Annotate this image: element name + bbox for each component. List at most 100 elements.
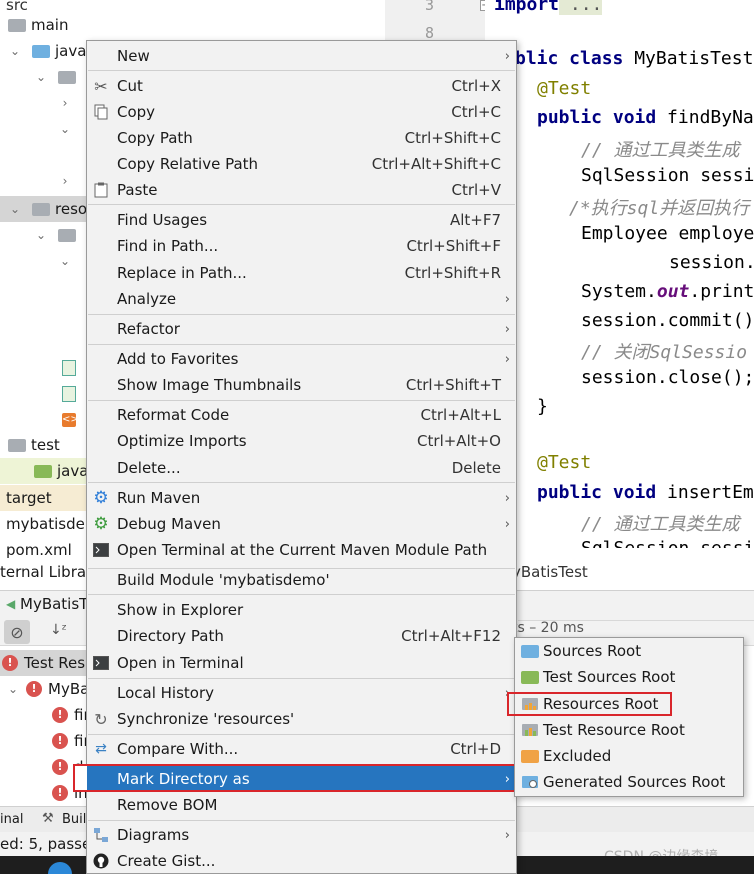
- github-icon: [92, 852, 110, 870]
- menu-item-copy-relative-path[interactable]: Copy Relative Path Ctrl+Alt+Shift+C: [87, 151, 516, 177]
- build-tab[interactable]: Buil: [62, 812, 86, 827]
- menu-item-find-in-path[interactable]: Find in Path... Ctrl+Shift+F: [87, 233, 516, 259]
- properties-file-icon: [62, 386, 76, 402]
- menu-item-copy[interactable]: Copy Ctrl+C: [87, 99, 516, 125]
- tree-item-java[interactable]: ⌄ java: [0, 38, 86, 64]
- highlight-box-edge: [73, 764, 87, 792]
- paste-icon: [92, 181, 110, 199]
- menu-separator: [88, 734, 515, 735]
- chevron-down-icon[interactable]: ⌄: [58, 254, 72, 268]
- code-line: public void findByNa: [537, 107, 754, 128]
- menu-item-analyze[interactable]: Analyze ›: [87, 286, 516, 312]
- menu-item-cut[interactable]: ✂ Cut Ctrl+X: [87, 73, 516, 99]
- tree-item-file[interactable]: <>: [0, 407, 81, 433]
- status-text: ed: 5, passe: [0, 835, 92, 853]
- menu-item-reformat-code[interactable]: Reformat Code Ctrl+Alt+L: [87, 402, 516, 428]
- tree-item-collapsed[interactable]: ›: [0, 90, 72, 116]
- code-editor[interactable]: import ... blic class MyBatisTest @Test …: [485, 0, 754, 548]
- sync-icon: ↻: [94, 709, 108, 729]
- tree-item-file[interactable]: [0, 355, 81, 381]
- tree-item-file[interactable]: [0, 381, 81, 407]
- menu-item-refactor[interactable]: Refactor ›: [87, 316, 516, 342]
- test-suite-row[interactable]: ⌄ ! MyBa: [6, 680, 89, 698]
- menu-separator: [88, 594, 515, 595]
- chevron-right-icon: ›: [504, 321, 510, 337]
- line-number: 3: [425, 0, 435, 14]
- menu-item-run-maven[interactable]: ⚙ Run Maven ›: [87, 485, 516, 511]
- tree-item-collapsed[interactable]: ›: [0, 168, 72, 194]
- compare-icon: ⇄: [95, 741, 107, 757]
- menu-item-new[interactable]: New ›: [87, 43, 516, 69]
- tree-item-package[interactable]: ⌄: [0, 64, 81, 90]
- menu-item-copy-path[interactable]: Copy Path Ctrl+Shift+C: [87, 125, 516, 151]
- chevron-right-icon: ›: [504, 516, 510, 532]
- chevron-down-icon[interactable]: ⌄: [6, 682, 20, 696]
- menu-item-find-usages[interactable]: Find Usages Alt+F7: [87, 207, 516, 233]
- menu-item-open-in-terminal[interactable]: Open in Terminal: [87, 650, 516, 676]
- chevron-down-icon[interactable]: ⌄: [8, 44, 22, 58]
- menu-item-synchronize[interactable]: ↻ Synchronize 'resources': [87, 706, 516, 732]
- error-icon: !: [52, 707, 68, 723]
- menu-separator: [88, 204, 515, 205]
- menu-item-show-image-thumbnails[interactable]: Show Image Thumbnails Ctrl+Shift+T: [87, 372, 516, 398]
- divider: [518, 620, 754, 621]
- submenu-item-test-sources-root[interactable]: Test Sources Root: [515, 664, 743, 690]
- properties-file-icon: [62, 360, 76, 376]
- chevron-down-icon[interactable]: ⌄: [34, 70, 48, 84]
- error-icon: !: [52, 733, 68, 749]
- submenu-item-test-resource-root[interactable]: Test Resource Root: [515, 717, 743, 743]
- code-line: Employee employe: [581, 223, 754, 244]
- menu-item-add-to-favorites[interactable]: Add to Favorites ›: [87, 346, 516, 372]
- menu-item-replace-in-path[interactable]: Replace in Path... Ctrl+Shift+R: [87, 260, 516, 286]
- menu-item-open-terminal-maven[interactable]: Open Terminal at the Current Maven Modul…: [87, 537, 516, 563]
- chevron-right-icon[interactable]: ›: [58, 174, 72, 188]
- menu-item-debug-maven[interactable]: ⚙ Debug Maven ›: [87, 511, 516, 537]
- menu-item-create-gist[interactable]: Create Gist...: [87, 848, 516, 874]
- tree-item-expanded[interactable]: ⌄: [0, 248, 72, 274]
- menu-item-directory-path[interactable]: Directory Path Ctrl+Alt+F12: [87, 623, 516, 649]
- chevron-down-icon[interactable]: ⌄: [34, 228, 48, 242]
- menu-item-delete[interactable]: Delete... Delete: [87, 455, 516, 481]
- stop-filter-icon[interactable]: ⊘: [4, 620, 30, 644]
- folder-icon: [58, 228, 76, 242]
- generated-sources-root-icon: [520, 772, 540, 792]
- chevron-right-icon: ›: [504, 490, 510, 506]
- chevron-down-icon[interactable]: ⌄: [58, 122, 72, 136]
- tree-item-resources-child[interactable]: ⌄: [0, 222, 81, 248]
- scissors-icon: ✂: [94, 76, 108, 96]
- code-comment: // 关闭SqlSessio: [581, 342, 748, 363]
- menu-item-compare-with[interactable]: ⇄ Compare With... Ctrl+D: [87, 736, 516, 762]
- tree-item-test[interactable]: test: [0, 432, 60, 458]
- menu-item-diagrams[interactable]: Diagrams ›: [87, 822, 516, 848]
- code-line: import ...: [494, 0, 603, 15]
- submenu-item-excluded[interactable]: Excluded: [515, 743, 743, 769]
- xml-file-icon: <>: [62, 413, 79, 427]
- ie-icon[interactable]: [48, 862, 72, 874]
- code-comment: // 通过工具类生成: [581, 514, 740, 535]
- tree-item-main[interactable]: main: [0, 12, 68, 38]
- menu-item-optimize-imports[interactable]: Optimize Imports Ctrl+Alt+O: [87, 428, 516, 454]
- run-tab[interactable]: MyBatisT: [20, 595, 88, 613]
- submenu-item-generated-sources-root[interactable]: Generated Sources Root: [515, 769, 743, 795]
- menu-item-local-history[interactable]: Local History ›: [87, 680, 516, 706]
- menu-separator: [88, 482, 515, 483]
- menu-separator: [88, 70, 515, 71]
- menu-separator: [88, 678, 515, 679]
- chevron-right-icon: ›: [504, 351, 510, 367]
- menu-item-show-in-explorer[interactable]: Show in Explorer: [87, 597, 516, 623]
- menu-item-build-module[interactable]: Build Module 'mybatisdemo': [87, 567, 516, 593]
- chevron-right-icon[interactable]: ›: [58, 96, 72, 110]
- tree-item-pom[interactable]: pom.xml: [0, 537, 72, 563]
- terminal-tab[interactable]: inal: [0, 812, 23, 827]
- menu-item-paste[interactable]: Paste Ctrl+V: [87, 177, 516, 203]
- tree-item-expanded[interactable]: ⌄: [0, 116, 72, 142]
- submenu-item-sources-root[interactable]: Sources Root: [515, 638, 743, 664]
- tree-item-iml[interactable]: mybatisdem: [0, 511, 99, 537]
- menu-separator: [88, 400, 515, 401]
- test-source-folder-icon: [34, 464, 52, 478]
- test-results-root[interactable]: ! Test Resu: [2, 654, 95, 672]
- chevron-down-icon[interactable]: ⌄: [8, 202, 22, 216]
- sort-alpha-icon[interactable]: ↓ᶻ: [50, 622, 67, 638]
- menu-item-remove-bom[interactable]: Remove BOM: [87, 792, 516, 818]
- tree-item-external-libraries[interactable]: ternal Librar: [0, 563, 92, 577]
